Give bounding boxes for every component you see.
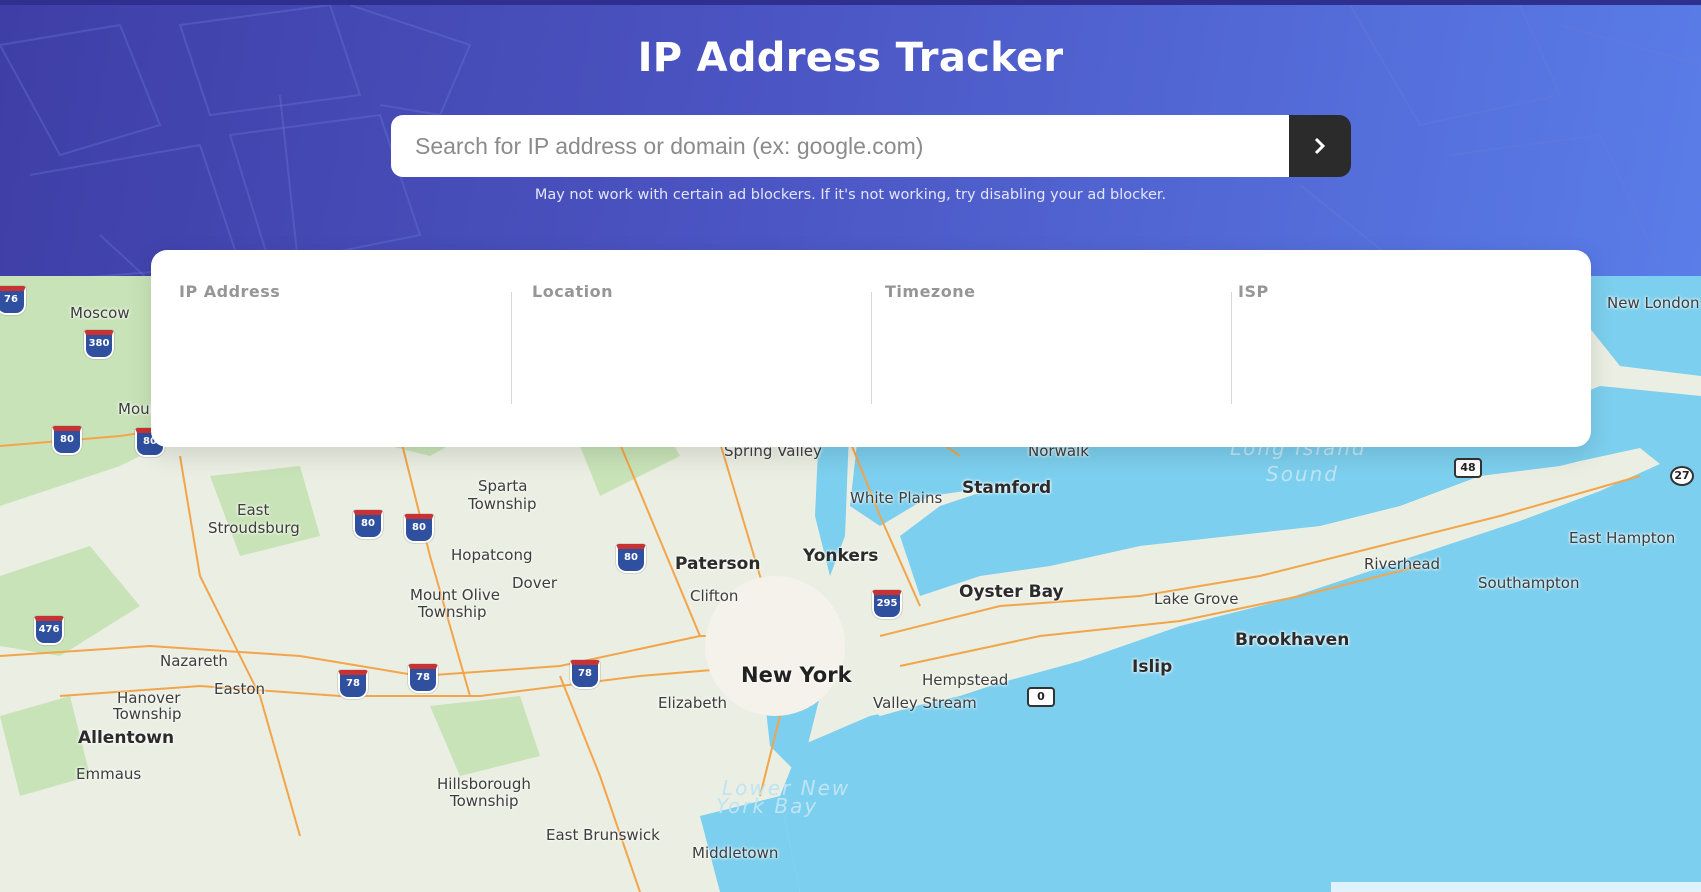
card-divider <box>871 292 872 404</box>
ad-blocker-note: May not work with certain ad blockers. I… <box>534 187 1167 203</box>
map-label: Hempstead <box>922 671 1009 689</box>
search-input[interactable] <box>391 115 1289 177</box>
map-label: White Plains <box>850 489 943 507</box>
map-label: Mount Olive <box>410 586 501 604</box>
map-label: Elizabeth <box>658 694 728 712</box>
map-label: Stamford <box>962 478 1052 498</box>
map-label: East <box>237 501 270 519</box>
map-label: Brookhaven <box>1235 630 1350 650</box>
map-label: Valley Stream <box>873 694 977 712</box>
search-bar <box>391 115 1351 177</box>
isp-label: ISP <box>1238 282 1269 301</box>
map-label: Riverhead <box>1364 555 1441 573</box>
isp-panel: ISP <box>1238 282 1591 447</box>
timezone-label: Timezone <box>885 282 976 301</box>
map-label: Middletown <box>692 844 779 862</box>
route-marker: 48 <box>1454 458 1482 478</box>
interstate-shield: 80 <box>52 426 82 455</box>
location-panel: Location <box>532 282 885 447</box>
map-label: Dover <box>512 574 557 592</box>
interstate-shield: 76 <box>0 286 26 315</box>
map-label: Sparta <box>478 477 528 495</box>
header: IP Address Tracker May not work with cer… <box>0 0 1701 276</box>
map-label: Hopatcong <box>451 546 533 564</box>
route-marker: 0 <box>1027 687 1055 707</box>
interstate-shield: 78 <box>408 664 438 693</box>
interstate-shield: 80 <box>353 510 383 539</box>
map-label: Township <box>468 495 537 513</box>
timezone-panel: Timezone <box>885 282 1238 447</box>
interstate-shield: 476 <box>34 616 64 645</box>
ip-address-label: IP Address <box>179 282 281 301</box>
map-label: New London <box>1607 294 1700 312</box>
card-divider <box>1231 292 1232 404</box>
map-label: Easton <box>214 680 266 698</box>
map-label: Paterson <box>675 554 761 574</box>
map-label: Township <box>113 705 182 723</box>
map-attribution[interactable] <box>1331 882 1701 892</box>
map-label: Emmaus <box>76 765 142 783</box>
interstate-shield: 80 <box>404 514 434 543</box>
map-label: Southampton <box>1478 574 1580 592</box>
location-value <box>532 313 865 343</box>
card-divider <box>511 292 512 404</box>
interstate-shield: 80 <box>616 544 646 573</box>
map-label: Allentown <box>78 728 175 748</box>
map-label: Hillsborough <box>437 775 531 793</box>
interstate-shield: 78 <box>338 670 368 699</box>
map-label: New York <box>741 663 852 687</box>
map-label: East Hampton <box>1569 529 1676 547</box>
map-label: Sound <box>1266 462 1339 486</box>
map-label: Clifton <box>690 587 739 605</box>
interstate-shield: 380 <box>84 330 114 359</box>
map-label: Stroudsburg <box>208 519 300 537</box>
map-label: Oyster Bay <box>959 582 1064 602</box>
map-label: East Brunswick <box>546 826 660 844</box>
map-label: Moscow <box>70 304 130 322</box>
page-title: IP Address Tracker <box>637 35 1064 81</box>
map-label: York Bay <box>716 794 819 818</box>
map-label: Yonkers <box>803 546 879 566</box>
timezone-value <box>885 313 1218 343</box>
route-marker: 27 <box>1670 466 1694 486</box>
map-label: Township <box>418 603 487 621</box>
interstate-shield: 78 <box>570 660 600 689</box>
chevron-right-icon <box>1314 137 1326 155</box>
location-label: Location <box>532 282 613 301</box>
map-label: Nazareth <box>160 652 228 670</box>
ip-address-panel: IP Address <box>179 282 532 447</box>
map-label: Islip <box>1132 657 1173 677</box>
map-label: Township <box>450 792 519 810</box>
interstate-shield: 295 <box>872 590 902 619</box>
search-submit-button[interactable] <box>1289 115 1351 177</box>
ip-address-value <box>179 313 512 343</box>
isp-value <box>1238 313 1571 343</box>
map-label: Lake Grove <box>1154 590 1239 608</box>
